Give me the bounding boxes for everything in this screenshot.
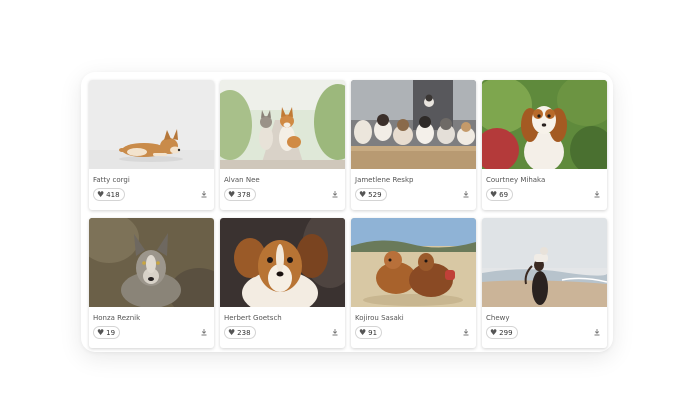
dog-photo-8[interactable] <box>482 218 607 307</box>
author-name: Alvan Nee <box>224 176 260 184</box>
heart-icon: ♥ <box>359 189 367 199</box>
like-button[interactable]: ♥ 19 <box>93 326 121 339</box>
heart-icon: ♥ <box>228 327 236 337</box>
dog-photo-7[interactable] <box>351 218 476 307</box>
like-button[interactable]: ♥ 238 <box>224 326 256 339</box>
image-card-5[interactable]: Honza Reznik ♥ 19 <box>89 218 214 348</box>
heart-icon: ♥ <box>359 327 367 337</box>
author-name: Kojirou Sasaki <box>355 314 404 322</box>
dog-photo-3[interactable] <box>351 80 476 169</box>
image-card-4[interactable]: Courtney Mihaka ♥ 69 <box>482 80 607 210</box>
like-button[interactable]: ♥ 69 <box>486 188 514 201</box>
download-icon[interactable] <box>331 190 339 198</box>
like-button[interactable]: ♥ 91 <box>355 326 383 339</box>
heart-icon: ♥ <box>97 189 105 199</box>
author-name: Herbert Goetsch <box>224 314 282 322</box>
like-count: 91 <box>368 328 378 337</box>
image-card-8[interactable]: Chewy ♥ 299 <box>482 218 607 348</box>
like-count: 529 <box>368 190 382 199</box>
like-count: 378 <box>237 190 251 199</box>
like-count: 69 <box>499 190 509 199</box>
heart-icon: ♥ <box>97 327 105 337</box>
like-button[interactable]: ♥ 418 <box>93 188 125 201</box>
heart-icon: ♥ <box>228 189 236 199</box>
heart-icon: ♥ <box>490 189 498 199</box>
image-card-6[interactable]: Herbert Goetsch ♥ 238 <box>220 218 345 348</box>
author-name: Fatty corgi <box>93 176 130 184</box>
download-icon[interactable] <box>200 190 208 198</box>
image-grid: Fatty corgi ♥ 418 Alvan Nee ♥ 378 Jametl… <box>89 80 607 348</box>
like-count: 418 <box>106 190 120 199</box>
dog-photo-4[interactable] <box>482 80 607 169</box>
like-button[interactable]: ♥ 529 <box>355 188 387 201</box>
download-icon[interactable] <box>331 328 339 336</box>
dog-photo-1[interactable] <box>89 80 214 169</box>
download-icon[interactable] <box>593 190 601 198</box>
like-count: 238 <box>237 328 251 337</box>
like-button[interactable]: ♥ 378 <box>224 188 256 201</box>
download-icon[interactable] <box>593 328 601 336</box>
author-name: Honza Reznik <box>93 314 141 322</box>
dog-photo-5[interactable] <box>89 218 214 307</box>
image-card-3[interactable]: Jametlene Reskp ♥ 529 <box>351 80 476 210</box>
author-name: Chewy <box>486 314 510 322</box>
image-card-2[interactable]: Alvan Nee ♥ 378 <box>220 80 345 210</box>
image-card-7[interactable]: Kojirou Sasaki ♥ 91 <box>351 218 476 348</box>
like-count: 299 <box>499 328 513 337</box>
download-icon[interactable] <box>462 190 470 198</box>
dog-photo-2[interactable] <box>220 80 345 169</box>
author-name: Jametlene Reskp <box>355 176 414 184</box>
image-card-1[interactable]: Fatty corgi ♥ 418 <box>89 80 214 210</box>
download-icon[interactable] <box>462 328 470 336</box>
heart-icon: ♥ <box>490 327 498 337</box>
download-icon[interactable] <box>200 328 208 336</box>
author-name: Courtney Mihaka <box>486 176 546 184</box>
dog-photo-6[interactable] <box>220 218 345 307</box>
like-count: 19 <box>106 328 116 337</box>
like-button[interactable]: ♥ 299 <box>486 326 518 339</box>
page: Fatty corgi ♥ 418 Alvan Nee ♥ 378 Jametl… <box>0 0 696 407</box>
